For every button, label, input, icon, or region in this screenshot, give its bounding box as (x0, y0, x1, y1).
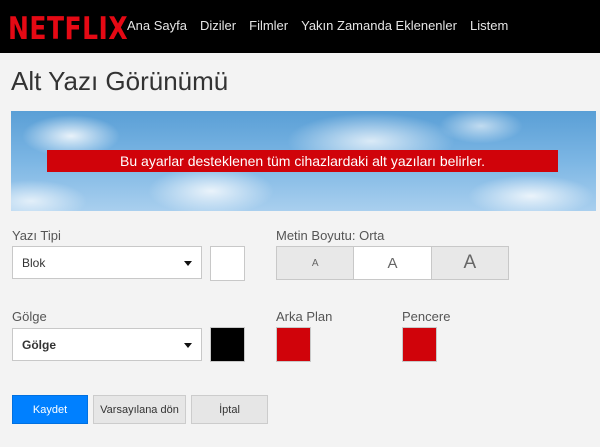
font-select-value: Blok (22, 256, 46, 270)
window-color-swatch[interactable] (402, 327, 437, 362)
nav-item-recently-added[interactable]: Yakın Zamanda Eklenenler (301, 18, 457, 33)
text-size-small-button[interactable]: A (277, 247, 355, 279)
cancel-button[interactable]: İptal (191, 395, 268, 424)
nav-item-my-list[interactable]: Listem (470, 18, 508, 33)
text-size-selector: A A A (276, 246, 509, 280)
nav-item-series[interactable]: Diziler (200, 18, 236, 33)
subtitle-preview: Bu ayarlar desteklenen tüm cihazlardaki … (11, 111, 596, 211)
save-button[interactable]: Kaydet (12, 395, 88, 424)
netflix-logo[interactable]: NETFLIX (8, 10, 128, 46)
nav-item-movies[interactable]: Filmler (249, 18, 288, 33)
main-nav: Ana Sayfa Diziler Filmler Yakın Zamanda … (127, 18, 521, 33)
window-label: Pencere (402, 309, 451, 324)
shadow-select[interactable]: Gölge (12, 328, 202, 361)
chevron-down-icon (184, 261, 192, 266)
reset-defaults-button[interactable]: Varsayılana dön (93, 395, 186, 424)
text-size-large-button[interactable]: A (431, 247, 508, 279)
shadow-label: Gölge (12, 309, 47, 324)
font-color-swatch[interactable] (210, 246, 245, 281)
top-navigation-bar: NETFLIX Ana Sayfa Diziler Filmler Yakın … (0, 0, 600, 53)
page-title: Alt Yazı Görünümü (11, 66, 229, 96)
preview-caption: Bu ayarlar desteklenen tüm cihazlardaki … (47, 150, 558, 172)
background-label: Arka Plan (276, 309, 333, 324)
nav-item-home[interactable]: Ana Sayfa (127, 18, 187, 33)
chevron-down-icon (184, 343, 192, 348)
shadow-color-swatch[interactable] (210, 327, 245, 362)
shadow-select-value: Gölge (22, 338, 57, 352)
font-select[interactable]: Blok (12, 246, 202, 279)
text-size-medium-button[interactable]: A (354, 247, 432, 279)
font-label: Yazı Tipi (12, 228, 61, 243)
background-color-swatch[interactable] (276, 327, 311, 362)
text-size-label: Metin Boyutu: Orta (276, 228, 385, 243)
